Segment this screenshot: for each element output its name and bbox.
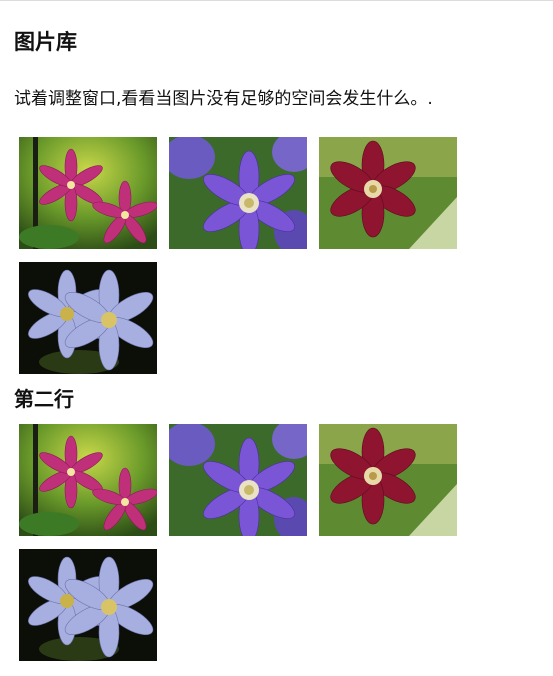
gallery-image-lavender-clematis bbox=[19, 549, 157, 661]
gallery-image-pink-clematis bbox=[19, 424, 157, 536]
gallery-image-lavender-clematis bbox=[19, 262, 157, 374]
intro-text: 试着调整窗口,看看当图片没有足够的空间会发生什么。. bbox=[14, 89, 433, 109]
window-top-border bbox=[0, 0, 553, 1]
page-title: 图片库 bbox=[14, 30, 77, 54]
gallery-image-purple-clematis bbox=[169, 424, 307, 536]
gallery-image-purple-clematis bbox=[169, 137, 307, 249]
gallery-image-pink-clematis bbox=[19, 137, 157, 249]
gallery-image-red-clematis bbox=[319, 424, 457, 536]
section-title-second-row: 第二行 bbox=[14, 387, 74, 411]
gallery-image-red-clematis bbox=[319, 137, 457, 249]
